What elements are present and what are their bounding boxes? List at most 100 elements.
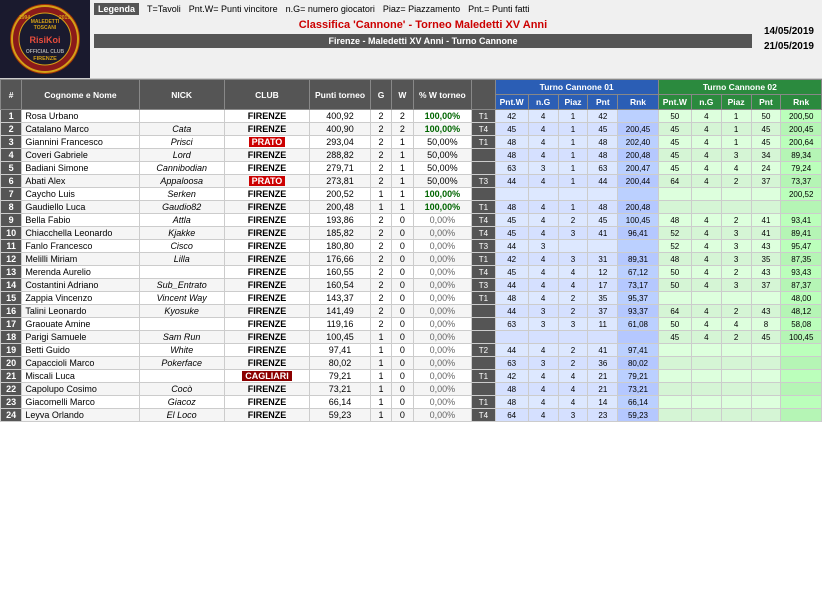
cell-tc2-ng: 4 (691, 136, 721, 149)
cell-tc1-pntw: 42 (495, 110, 528, 123)
cell-tc2-ng: 4 (691, 214, 721, 227)
cell-tc1-piaz: 1 (558, 175, 588, 188)
cell-tc2-piaz: 3 (721, 253, 751, 266)
cell-pct: 0,00% (413, 331, 472, 344)
cell-w: 1 (392, 201, 413, 214)
cell-tc2-rnk: 73,37 (781, 175, 822, 188)
cell-rank: 20 (1, 357, 22, 370)
cell-tc1-rnk: 202,40 (618, 136, 659, 149)
cell-tc2-ng: 4 (691, 149, 721, 162)
cell-trn (472, 357, 495, 370)
col-trn-header (472, 80, 495, 110)
cell-tc1-pnt: 31 (588, 253, 618, 266)
svg-text:FIRENZE: FIRENZE (33, 56, 57, 62)
cell-pct: 0,00% (413, 305, 472, 318)
cell-tc1-pnt (588, 188, 618, 201)
cell-tc1-ng (528, 331, 558, 344)
cell-tc1-pnt: 41 (588, 227, 618, 240)
cell-nick: Lord (139, 149, 224, 162)
cell-tc1-pnt: 63 (588, 162, 618, 175)
table-row: 10Chiacchella LeonardoKjakkeFIRENZE185,8… (1, 227, 822, 240)
cell-rank: 14 (1, 279, 22, 292)
cell-pts: 160,54 (310, 279, 371, 292)
cell-nick: Sam Run (139, 331, 224, 344)
cell-nick: Cocò (139, 383, 224, 396)
tc2-piaz-header: Piaz (721, 95, 751, 110)
cell-nick: Cannibodian (139, 162, 224, 175)
cell-trn: T2 (472, 344, 495, 357)
cell-tc1-pnt: 48 (588, 149, 618, 162)
cell-rank: 8 (1, 201, 22, 214)
cell-name: Melilli Miriam (22, 253, 139, 266)
cell-club: FIRENZE (224, 305, 309, 318)
table-row: 14Costantini AdrianoSub_EntratoFIRENZE16… (1, 279, 822, 292)
cell-tc1-ng: 4 (528, 214, 558, 227)
cell-tc1-rnk (618, 188, 659, 201)
cell-tc2-pntw: 45 (658, 149, 691, 162)
tc1-piaz-header: Piaz (558, 95, 588, 110)
cell-tc1-ng: 3 (528, 305, 558, 318)
cell-g: 2 (370, 175, 391, 188)
cell-g: 1 (370, 344, 391, 357)
cell-pts: 119,16 (310, 318, 371, 331)
cell-tc2-pnt: 43 (751, 266, 781, 279)
tc2-rnk-header: Rnk (781, 95, 822, 110)
cell-tc1-piaz: 1 (558, 123, 588, 136)
cell-w: 0 (392, 266, 413, 279)
cell-g: 2 (370, 305, 391, 318)
cell-g: 2 (370, 240, 391, 253)
cell-rank: 24 (1, 409, 22, 422)
cell-tc2-rnk (781, 357, 822, 370)
cell-w: 0 (392, 305, 413, 318)
legend-t: T=Tavoli (147, 4, 181, 14)
cell-pts: 80,02 (310, 357, 371, 370)
cell-trn: T1 (472, 253, 495, 266)
cell-tc1-pnt: 37 (588, 305, 618, 318)
cell-club: FIRENZE (224, 227, 309, 240)
cell-tc1-pntw: 44 (495, 305, 528, 318)
cell-tc2-rnk: 93,43 (781, 266, 822, 279)
cell-trn: T4 (472, 227, 495, 240)
cell-tc1-pnt: 11 (588, 318, 618, 331)
cell-trn (472, 305, 495, 318)
legend-area: Legenda T=Tavoli Pnt.W= Punti vincitore … (90, 0, 756, 78)
cell-tc2-pntw (658, 357, 691, 370)
cell-tc1-pntw: 44 (495, 240, 528, 253)
cell-tc2-pnt: 45 (751, 123, 781, 136)
cell-club: FIRENZE (224, 188, 309, 201)
cell-tc2-piaz (721, 383, 751, 396)
cell-g: 1 (370, 370, 391, 383)
cell-tc2-pntw (658, 370, 691, 383)
cell-tc2-pntw: 52 (658, 240, 691, 253)
cell-g: 2 (370, 162, 391, 175)
cell-tc2-piaz: 2 (721, 266, 751, 279)
cell-tc1-piaz: 4 (558, 279, 588, 292)
cell-name: Catalano Marco (22, 123, 139, 136)
cell-tc2-pntw (658, 292, 691, 305)
cell-tc2-rnk: 58,08 (781, 318, 822, 331)
cell-nick: Cata (139, 123, 224, 136)
cell-g: 1 (370, 188, 391, 201)
cell-tc2-piaz (721, 188, 751, 201)
cell-trn: T3 (472, 279, 495, 292)
cell-pct: 100,00% (413, 201, 472, 214)
cell-tc2-pntw: 48 (658, 253, 691, 266)
cell-tc1-piaz: 1 (558, 162, 588, 175)
cell-tc2-piaz: 1 (721, 123, 751, 136)
cell-tc1-pnt (588, 240, 618, 253)
cell-tc1-ng: 4 (528, 149, 558, 162)
cell-tc2-ng: 4 (691, 305, 721, 318)
cell-tc1-piaz (558, 240, 588, 253)
cell-w: 1 (392, 175, 413, 188)
cell-rank: 6 (1, 175, 22, 188)
cell-club: FIRENZE (224, 110, 309, 123)
cell-name: Rosa Urbano (22, 110, 139, 123)
cell-pts: 160,55 (310, 266, 371, 279)
subtitle: Firenze - Maledetti XV Anni - Turno Cann… (94, 34, 752, 48)
cell-tc1-rnk: 200,45 (618, 123, 659, 136)
cell-tc1-piaz: 3 (558, 318, 588, 331)
cell-tc2-pnt: 24 (751, 162, 781, 175)
cell-tc1-pntw (495, 331, 528, 344)
cell-g: 2 (370, 123, 391, 136)
cell-tc2-pntw: 50 (658, 266, 691, 279)
